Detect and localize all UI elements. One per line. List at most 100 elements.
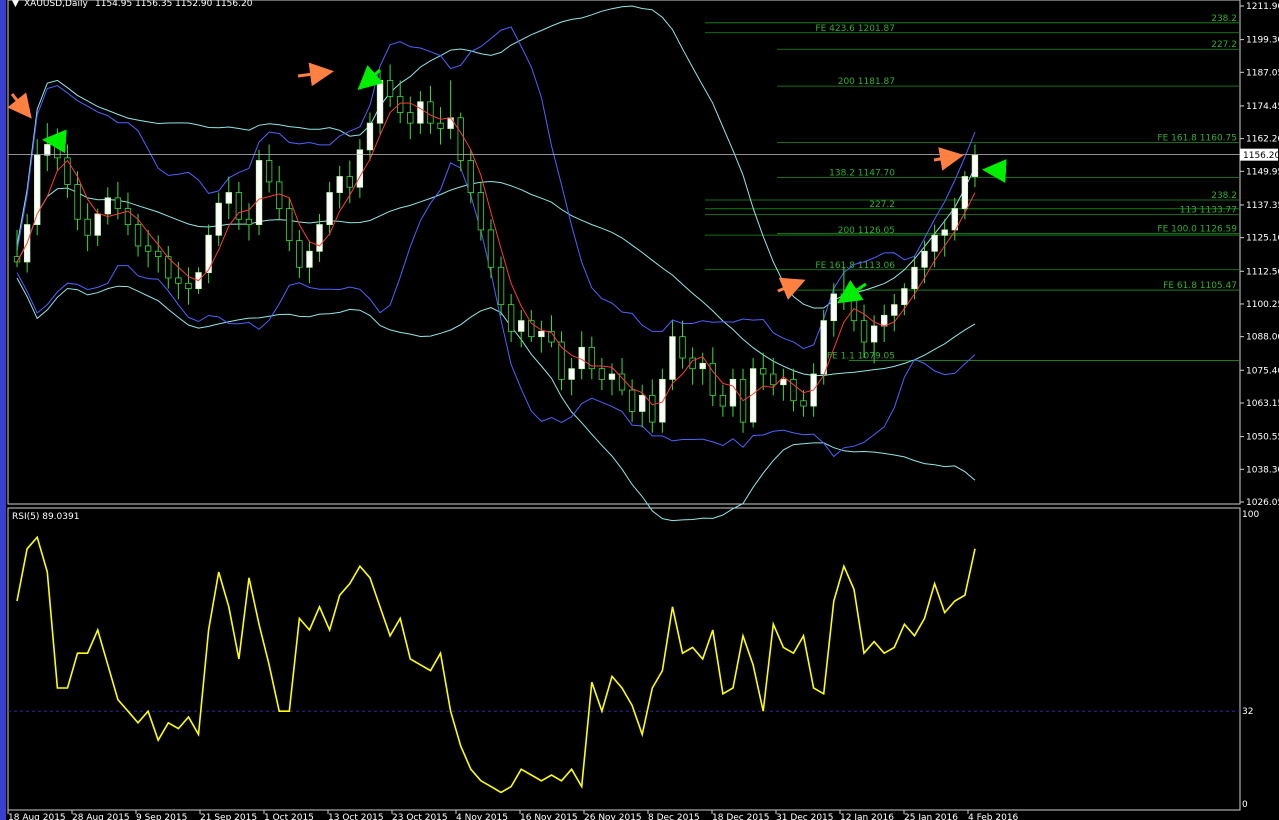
candle-body (175, 277, 182, 284)
fib-label: FE 423.6 1201.87 (815, 24, 895, 34)
price-tick-label: 1063.15 (1246, 399, 1279, 409)
arrow-green-4 (982, 159, 1007, 183)
candle-body (870, 325, 878, 343)
time-tick-label: 26 Nov 2015 (584, 813, 642, 820)
price-tick-label: 1137.35 (1246, 201, 1279, 211)
candle-body (114, 197, 122, 209)
candle-body (669, 336, 676, 380)
candle-body (961, 176, 969, 209)
candle-body (477, 192, 485, 231)
candle-body (84, 218, 91, 236)
price-tick-label: 1211.90 (1246, 2, 1279, 12)
time-tick-label: 4 Nov 2015 (456, 813, 508, 820)
time-tick-label: 9 Sep 2015 (136, 813, 187, 820)
price-tick-label: 1112.50 (1246, 267, 1279, 277)
current-price-line: 1156.20 (8, 148, 1279, 161)
fib-label: 227.2 (1211, 40, 1237, 50)
candle-body (417, 101, 424, 124)
candle-body (518, 320, 525, 332)
candle-body (941, 229, 948, 236)
candle-body (44, 144, 51, 156)
price-tick-label: 1199.30 (1246, 36, 1279, 46)
price-axis: 1211.90 1199.30 1187.05 1174.45 1162.20 1149.… (1240, 2, 1279, 508)
candle-body (225, 192, 232, 204)
candle-body (830, 293, 837, 322)
candle-body (891, 304, 898, 316)
candle-body (507, 304, 515, 332)
candle-body (770, 373, 777, 386)
outer-band-middle (16, 180, 976, 376)
candle-body (407, 112, 414, 124)
candle-body (366, 122, 374, 151)
rsi-tick-label: 100 (1242, 510, 1259, 520)
chart-canvas[interactable]: ▼ XAUUSD,Daily 1154.95 1156.35 1152.90 1… (0, 0, 1279, 820)
candle-body (376, 80, 384, 124)
fib-label: FE 1.1 1079.05 (827, 352, 895, 362)
candle-body (639, 394, 646, 412)
fib-label: 113 1133.77 (1180, 206, 1237, 216)
candle-body (94, 213, 101, 236)
candle-body (386, 80, 394, 97)
candle-body (215, 202, 222, 236)
rsi-title: RSI(5) 89.0391 (12, 512, 79, 522)
fib-label: FE 161.8 1160.75 (1157, 134, 1237, 144)
candle-body (306, 250, 313, 268)
candle-body (921, 250, 928, 268)
time-tick-label: 1 Oct 2015 (264, 813, 314, 820)
candle-body (881, 314, 888, 327)
dropdown-icon[interactable]: ▼ (12, 0, 19, 9)
time-tick-label: 21 Sep 2015 (200, 813, 257, 820)
candle-body (497, 266, 505, 306)
candle-body (356, 149, 364, 188)
candle-body (326, 192, 333, 225)
arrow-orange-2 (297, 62, 334, 87)
candle-body (608, 373, 616, 380)
candle-body (487, 229, 495, 268)
candle-body (296, 240, 303, 268)
candle-body (255, 160, 263, 225)
fib-label: 238.2 (1211, 191, 1237, 201)
candle-body (800, 400, 807, 407)
fib-label: FE 161.8 1113.06 (815, 261, 895, 271)
price-tick-label: 1088.00 (1246, 333, 1279, 343)
candle-body (54, 144, 61, 159)
fibonacci-levels: 238.2 FE 423.6 1201.87 227.2 200 1181.87 FE … (705, 14, 1240, 362)
candle-body (457, 117, 464, 161)
candle-body (699, 362, 706, 370)
candle-body (931, 234, 938, 252)
fib-label: 200 1126.05 (838, 226, 895, 236)
price-tick-label: 1050.55 (1246, 433, 1279, 443)
candle-body (144, 245, 152, 252)
candle-body (729, 378, 737, 407)
candle-body (185, 282, 192, 290)
candle-body (155, 250, 162, 258)
rsi-tick-label: 32 (1242, 707, 1253, 717)
candle-body (780, 378, 787, 386)
price-tick-label: 1162.20 (1246, 135, 1279, 145)
time-tick-label: 25 Jan 2016 (904, 813, 958, 820)
time-tick-label: 16 Nov 2015 (520, 813, 578, 820)
candle-body (578, 346, 585, 370)
rsi-tick-label: 0 (1242, 800, 1248, 810)
candle-body (276, 181, 283, 209)
fib-label: 138.2 1147.70 (829, 168, 895, 178)
rsi-line: 100 32 0 (8, 510, 1259, 810)
time-tick-label: 8 Dec 2015 (648, 813, 700, 820)
candle-body (971, 154, 979, 177)
chart-ohlc: 1154.95 1156.35 1152.90 1156.20 (95, 0, 253, 9)
time-axis: 18 Aug 2015 28 Aug 2015 9 Sep 2015 21 Sep 2… (7, 810, 1019, 820)
rsi-path (16, 535, 976, 794)
candle-body (659, 378, 666, 423)
candle-body (911, 266, 918, 290)
candle-body (649, 394, 656, 423)
candle-body (104, 197, 111, 215)
arrow-orange-4 (933, 147, 964, 171)
price-tick-label: 1026.05 (1246, 498, 1279, 508)
candle-body (134, 224, 142, 247)
candle-body (628, 389, 636, 412)
arrow-orange-1 (7, 92, 32, 119)
price-tick-label: 1174.45 (1246, 102, 1279, 112)
candle-body (467, 160, 474, 193)
price-tick-label: 1187.05 (1246, 68, 1279, 78)
chart-symbol: XAUUSD,Daily (24, 0, 88, 9)
